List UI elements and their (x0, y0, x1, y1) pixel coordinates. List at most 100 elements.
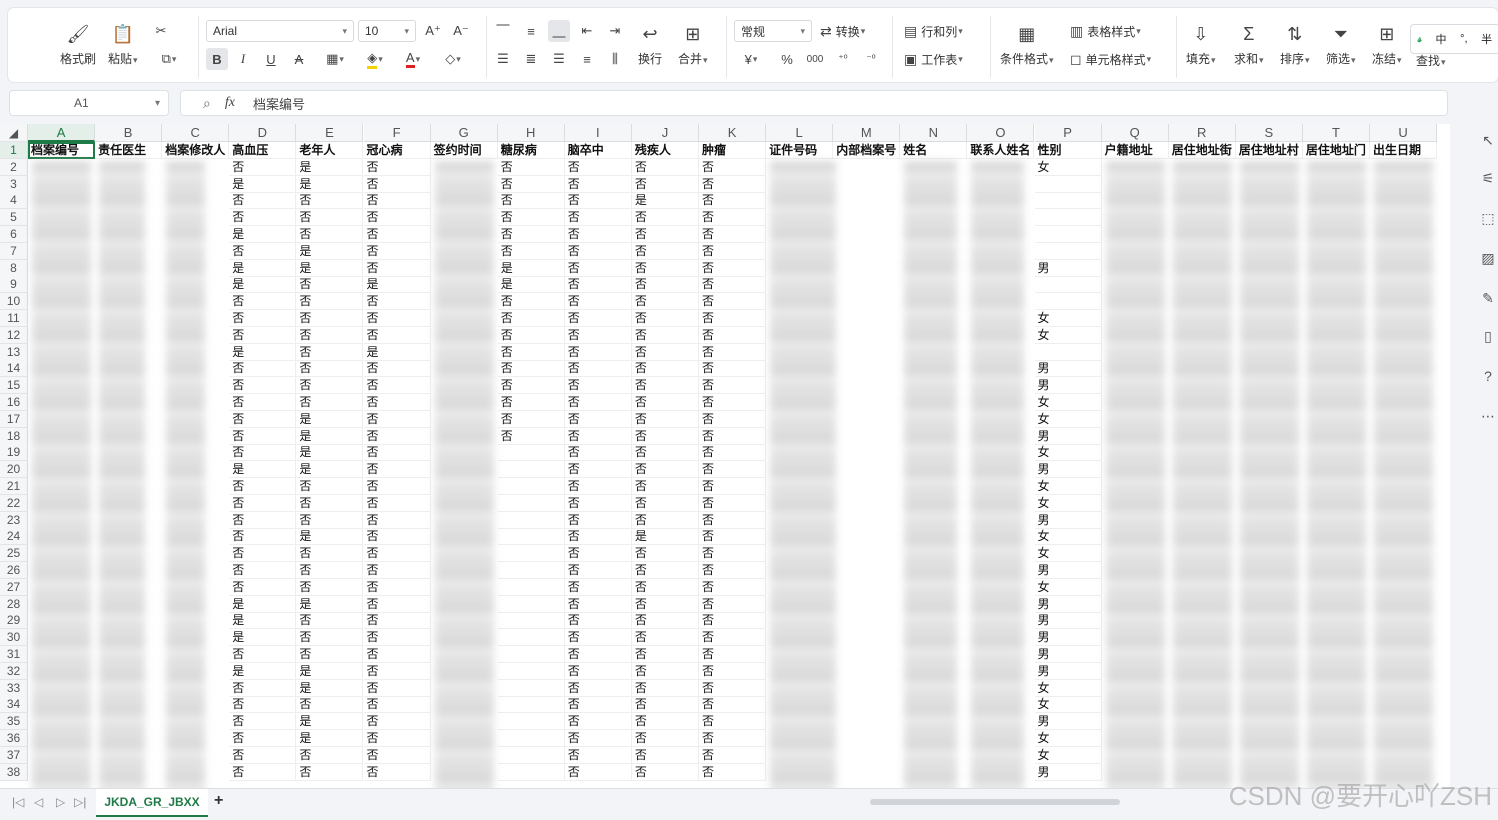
table-cell[interactable]: 否 (564, 562, 632, 579)
row-header[interactable]: 20 (0, 461, 28, 479)
header-cell-p[interactable]: 性别 (1034, 142, 1102, 159)
sort-button[interactable]: ⇅ 排序▾ (1280, 22, 1310, 67)
table-cell[interactable]: 否 (564, 326, 632, 344)
table-cell[interactable]: 否 (564, 192, 632, 210)
table-cell[interactable]: 是 (229, 595, 297, 613)
justify-icon[interactable]: ≡ (576, 48, 598, 70)
table-cell[interactable]: 否 (229, 326, 297, 344)
table-cell[interactable]: 否 (363, 746, 431, 764)
header-cell-n[interactable]: 姓名 (900, 142, 968, 159)
row-header[interactable]: 19 (0, 444, 28, 462)
table-cell[interactable]: 否 (564, 528, 632, 546)
table-cell[interactable]: 否 (631, 461, 699, 479)
table-cell[interactable]: 否 (631, 209, 699, 227)
table-cell[interactable]: 是 (296, 175, 364, 193)
table-cell[interactable]: 否 (229, 377, 297, 395)
table-cell[interactable]: 否 (229, 158, 297, 176)
increase-decimal-icon[interactable]: ⁺⁰ (832, 48, 854, 70)
table-cell[interactable]: 否 (296, 360, 364, 378)
help-icon[interactable]: ? (1478, 366, 1498, 386)
table-cell[interactable] (497, 696, 565, 714)
table-cell[interactable]: 女 (1034, 528, 1102, 546)
table-cell[interactable] (497, 562, 565, 579)
table-cell[interactable]: 否 (631, 226, 699, 243)
table-cell[interactable]: 否 (564, 310, 632, 327)
table-cell[interactable]: 否 (497, 158, 565, 176)
table-cell[interactable]: 否 (363, 578, 431, 596)
table-cell[interactable]: 否 (363, 461, 431, 479)
table-cell[interactable] (497, 578, 565, 596)
table-cell[interactable]: 是 (296, 528, 364, 546)
column-header-g[interactable]: G (430, 124, 498, 142)
table-cell[interactable]: 否 (363, 545, 431, 563)
table-cell[interactable]: 男 (1034, 662, 1102, 680)
table-cell[interactable]: 否 (229, 578, 297, 596)
table-cell[interactable]: 否 (631, 612, 699, 630)
header-cell-b[interactable]: 责任医生 (95, 142, 163, 159)
table-cell[interactable]: 否 (296, 646, 364, 663)
table-cell[interactable]: 否 (699, 276, 767, 294)
table-cell[interactable]: 是 (296, 662, 364, 680)
table-cell[interactable]: 否 (564, 679, 632, 697)
table-cell[interactable] (497, 528, 565, 546)
table-cell[interactable]: 男 (1034, 763, 1102, 781)
table-cell[interactable]: 否 (699, 562, 767, 579)
table-cell[interactable]: 否 (699, 679, 767, 697)
table-cell[interactable]: 是 (229, 276, 297, 294)
row-header[interactable]: 10 (0, 293, 28, 311)
first-sheet-icon[interactable]: |◁ (12, 795, 24, 809)
table-cell[interactable]: 否 (564, 175, 632, 193)
table-cell[interactable]: 否 (363, 562, 431, 579)
table-cell[interactable]: 否 (229, 444, 297, 462)
table-cell[interactable]: 否 (497, 377, 565, 395)
table-cell[interactable]: 否 (296, 276, 364, 294)
distribute-icon[interactable]: ⫼ (604, 48, 626, 70)
table-cell[interactable]: 否 (564, 410, 632, 428)
column-header-j[interactable]: J (631, 124, 699, 142)
table-cell[interactable]: 是 (229, 461, 297, 479)
next-sheet-icon[interactable]: ▷ (56, 795, 65, 809)
table-cell[interactable]: 否 (229, 713, 297, 731)
font-color-icon[interactable]: A ▾ (398, 48, 428, 70)
more-icon[interactable]: ⋯ (1478, 406, 1498, 426)
table-cell[interactable]: 否 (631, 242, 699, 260)
sheet-tab[interactable]: JKDA_GR_JBXX (96, 789, 208, 817)
table-cell[interactable]: 否 (699, 646, 767, 663)
table-cell[interactable]: 否 (363, 209, 431, 227)
table-cell[interactable]: 否 (296, 629, 364, 647)
table-cell[interactable]: 否 (363, 730, 431, 747)
table-cell[interactable]: 是 (296, 259, 364, 277)
table-cell[interactable]: 是 (229, 226, 297, 243)
table-cell[interactable]: 女 (1034, 730, 1102, 747)
table-cell[interactable]: 否 (631, 276, 699, 294)
table-cell[interactable]: 否 (363, 612, 431, 630)
table-cell[interactable]: 否 (497, 175, 565, 193)
table-cell[interactable] (497, 494, 565, 512)
table-cell[interactable]: 否 (363, 646, 431, 663)
table-cell[interactable]: 否 (296, 578, 364, 596)
pointer-icon[interactable]: ↖ (1478, 130, 1498, 150)
table-cell[interactable]: 否 (564, 746, 632, 764)
table-cell[interactable]: 否 (631, 511, 699, 529)
align-top-icon[interactable]: ⎺ (492, 20, 514, 42)
table-cell[interactable]: 否 (564, 612, 632, 630)
table-cell[interactable]: 否 (631, 746, 699, 764)
align-center-icon[interactable]: ≣ (520, 48, 542, 70)
column-header-b[interactable]: B (95, 124, 163, 142)
table-cell[interactable]: 否 (564, 629, 632, 647)
row-header[interactable]: 16 (0, 394, 28, 411)
row-header[interactable]: 14 (0, 360, 28, 378)
table-cell[interactable]: 否 (631, 662, 699, 680)
table-cell[interactable]: 否 (497, 326, 565, 344)
header-cell-j[interactable]: 残疾人 (631, 142, 699, 159)
row-header[interactable]: 11 (0, 310, 28, 327)
table-cell[interactable]: 男 (1034, 461, 1102, 479)
row-header[interactable]: 37 (0, 746, 28, 764)
row-header[interactable]: 13 (0, 343, 28, 361)
indent-decrease-icon[interactable]: ⇤ (576, 20, 598, 42)
select-all-corner[interactable]: ◢ (0, 124, 28, 142)
header-cell-a[interactable]: 档案编号 (28, 142, 96, 159)
header-cell-s[interactable]: 居住地址村 (1235, 142, 1303, 159)
row-header[interactable]: 33 (0, 679, 28, 697)
table-cell[interactable]: 否 (631, 326, 699, 344)
